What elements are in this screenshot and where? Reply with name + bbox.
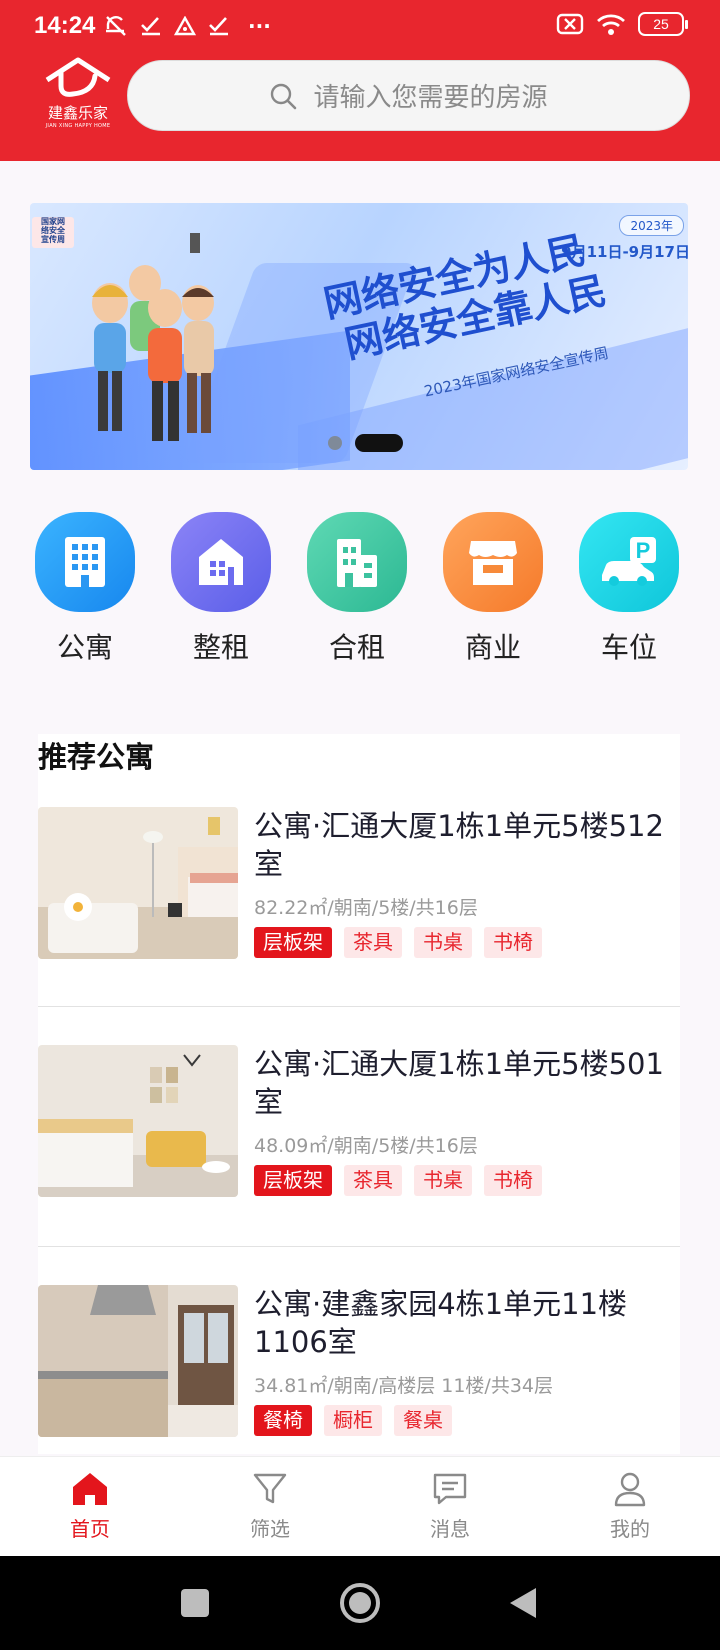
amenity-tag: 餐椅	[254, 1405, 312, 1436]
category-whole-rent[interactable]: 整租	[166, 512, 276, 666]
search-placeholder: 请输入您需要的房源	[313, 83, 548, 113]
recent-apps-icon[interactable]	[180, 1588, 210, 1618]
category-grid: 公寓 整租 合租 商业 P 车位	[30, 512, 690, 664]
banner-corner-tag: 国家网络安全宣传周	[32, 217, 74, 248]
listing-title: 公寓·建鑫家园4栋1单元11楼1106室	[254, 1287, 628, 1359]
tab-label: 首页	[70, 1517, 110, 1541]
category-shared-rent[interactable]: 合租	[302, 512, 412, 666]
amenity-tag: 层板架	[254, 927, 332, 958]
listing-meta: 48.09㎡/朝南/5楼/共16层	[254, 1135, 478, 1157]
status-bar: 14:24 ··· 25	[0, 0, 720, 54]
listing-photo	[38, 807, 238, 959]
category-label: 车位	[600, 631, 657, 664]
tab-home[interactable]: 首页	[40, 1471, 140, 1542]
user-icon	[614, 1472, 646, 1507]
carousel-dot-active[interactable]	[355, 434, 403, 452]
divider	[38, 1006, 680, 1007]
amenity-tag: 书椅	[484, 927, 542, 958]
apartment-icon	[35, 512, 135, 612]
banner-slogan: 网络安全为人民 网络安全靠人民	[320, 225, 610, 369]
amenity-tag: 橱柜	[324, 1405, 382, 1436]
system-navigation-bar	[0, 1556, 720, 1650]
logo-english: JIAN XING HAPPY HOME	[45, 123, 111, 129]
amenity-tag: 层板架	[254, 1165, 332, 1196]
category-label: 公寓	[56, 631, 113, 664]
listing-photo	[38, 1285, 238, 1437]
promo-banner[interactable]: 国家网络安全宣传周 2023年 9月11日-9月17日 网络安全为人民 网络安全…	[30, 203, 688, 470]
warning-icon	[174, 16, 196, 36]
back-icon[interactable]	[508, 1586, 538, 1620]
carousel-dot[interactable]	[328, 436, 342, 450]
system-icons: 25	[556, 12, 688, 36]
tab-label: 消息	[430, 1517, 470, 1541]
banner-year: 2023年	[619, 215, 684, 236]
brand-logo: 建鑫乐家 JIAN XING HAPPY HOME	[40, 56, 116, 132]
category-label: 商业	[464, 631, 521, 664]
logo-name: 建鑫乐家	[47, 104, 108, 122]
listing-tags: 层板架 茶具 书桌 书椅	[254, 1165, 542, 1196]
search-bar[interactable]: 请输入您需要的房源	[127, 60, 690, 131]
house-logo-icon	[45, 57, 111, 97]
wifi-icon	[597, 14, 625, 35]
listing-meta: 34.81㎡/朝南/高楼层 11楼/共34层	[254, 1375, 553, 1397]
tab-messages[interactable]: 消息	[400, 1471, 500, 1542]
status-time: 14:24	[34, 12, 96, 39]
app-header: 14:24 ··· 25 建鑫乐家 JIAN XING HAPPY HOME 请…	[0, 0, 720, 161]
category-label: 合租	[328, 631, 385, 664]
amenity-tag: 茶具	[344, 1165, 402, 1196]
filter-icon	[253, 1473, 287, 1504]
check-icon	[141, 17, 160, 36]
amenity-tag: 书椅	[484, 1165, 542, 1196]
search-icon	[271, 83, 297, 109]
tab-filter[interactable]: 筛选	[220, 1471, 320, 1542]
listing-tags: 层板架 茶具 书桌 书椅	[254, 927, 542, 958]
amenity-tag: 书桌	[414, 927, 472, 958]
tab-profile[interactable]: 我的	[580, 1471, 680, 1542]
check-icon	[209, 17, 228, 36]
category-parking[interactable]: P 车位	[574, 512, 684, 666]
recommend-section: 推荐公寓 公寓·汇通大厦1栋1单元5楼512室 82.22㎡/朝南/5楼/共16…	[38, 734, 680, 1454]
amenity-tag: 餐桌	[394, 1405, 452, 1436]
home-icon	[73, 1473, 107, 1505]
people-illustration	[92, 233, 214, 441]
svg-text:P: P	[636, 538, 651, 563]
building-icon	[307, 512, 407, 612]
category-apartment[interactable]: 公寓	[30, 512, 140, 666]
amenity-tag: 茶具	[344, 927, 402, 958]
listing-card[interactable]: 公寓·汇通大厦1栋1单元5楼512室 82.22㎡/朝南/5楼/共16层 层板架…	[38, 807, 680, 1027]
house-icon	[171, 512, 271, 612]
category-label: 整租	[192, 631, 249, 664]
listing-title: 公寓·汇通大厦1栋1单元5楼512室	[254, 809, 664, 881]
more-notifications-icon: ···	[248, 14, 271, 38]
amenity-tag: 书桌	[414, 1165, 472, 1196]
battery-icon: 25	[638, 12, 688, 36]
shop-icon	[443, 512, 543, 612]
listing-title: 公寓·汇通大厦1栋1单元5楼501室	[254, 1047, 664, 1119]
tab-label: 筛选	[250, 1517, 290, 1541]
notification-icons: ···	[104, 14, 271, 38]
divider	[38, 1246, 680, 1247]
parking-icon: P	[579, 512, 679, 612]
tab-label: 我的	[610, 1517, 650, 1541]
listing-tags: 餐椅 橱柜 餐桌	[254, 1405, 452, 1436]
mute-icon	[106, 16, 126, 36]
section-title: 推荐公寓	[38, 740, 155, 774]
message-icon	[433, 1473, 467, 1505]
listing-meta: 82.22㎡/朝南/5楼/共16层	[254, 897, 478, 919]
listing-photo	[38, 1045, 238, 1197]
sim-off-icon	[556, 13, 584, 35]
bottom-navigation: 首页 筛选 消息 我的	[0, 1456, 720, 1556]
listing-card[interactable]: 公寓·汇通大厦1栋1单元5楼501室 48.09㎡/朝南/5楼/共16层 层板架…	[38, 1045, 680, 1265]
category-commercial[interactable]: 商业	[438, 512, 548, 666]
home-button-icon[interactable]	[339, 1582, 381, 1624]
